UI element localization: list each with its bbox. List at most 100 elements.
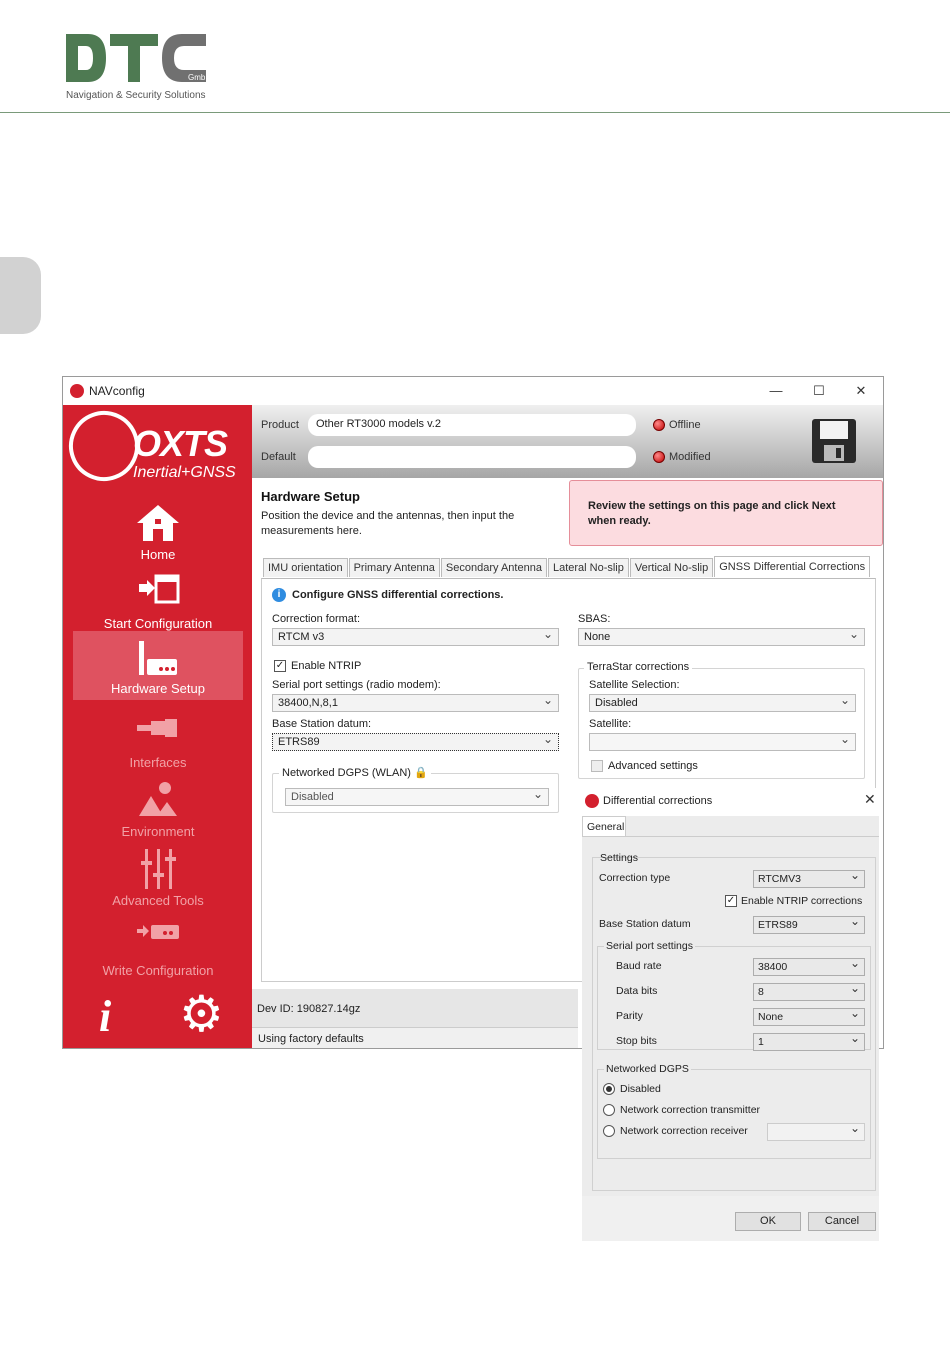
parity-label: Parity bbox=[616, 1010, 643, 1022]
dialog-tab-divider bbox=[582, 836, 879, 837]
stop-bits-select[interactable]: 1 bbox=[753, 1031, 865, 1051]
enable-ntrip-checkbox[interactable]: ✓ bbox=[274, 660, 286, 672]
parity-select[interactable]: None bbox=[753, 1006, 865, 1026]
app-icon bbox=[70, 384, 84, 398]
tab-strip: IMU orientation Primary Antenna Secondar… bbox=[263, 556, 871, 578]
sliders-icon bbox=[141, 849, 176, 889]
sidebar-item-environment[interactable]: Environment bbox=[73, 774, 243, 843]
serial-port-select[interactable]: 38400,N,8,1 bbox=[272, 693, 559, 712]
terrastar-group: TerraStar corrections Satellite Selectio… bbox=[578, 661, 865, 779]
brand-sub: Inertial+GNSS bbox=[133, 464, 236, 481]
product-band: Product Other RT3000 models v.2 Default … bbox=[252, 405, 883, 478]
page-side-tab bbox=[0, 257, 41, 334]
receiver-select[interactable] bbox=[767, 1121, 865, 1141]
brand-name: OXTS bbox=[133, 423, 228, 464]
settings-gear-icon[interactable]: ⚙ bbox=[179, 989, 224, 1039]
sidebar: OXTS Inertial+GNSS Home Start Configurat… bbox=[63, 401, 252, 1048]
data-bits-label: Data bits bbox=[616, 985, 658, 997]
tab-lateral-no-slip[interactable]: Lateral No-slip bbox=[547, 558, 629, 577]
enable-ntrip-corrections-checkbox[interactable]: ✓ bbox=[725, 895, 737, 907]
sidebar-label: Write Configuration bbox=[102, 963, 214, 978]
networked-dgps-select[interactable]: Disabled bbox=[285, 787, 549, 806]
tab-gnss-differential-corrections[interactable]: GNSS Differential Corrections bbox=[714, 556, 871, 577]
baud-rate-select[interactable]: 38400 bbox=[753, 956, 865, 976]
radio-disabled-label: Disabled bbox=[620, 1083, 661, 1095]
sidebar-item-home[interactable]: Home bbox=[73, 497, 243, 566]
sbas-select[interactable]: None bbox=[578, 627, 865, 646]
sidebar-item-write-configuration[interactable]: Write Configuration bbox=[73, 913, 243, 982]
settings-label: Settings bbox=[600, 852, 638, 864]
networked-dgps-title: Networked DGPS (WLAN) 🔒 bbox=[279, 766, 431, 779]
review-notice: Review the settings on this page and cli… bbox=[569, 480, 883, 546]
radio-network-transmitter-label: Network correction transmitter bbox=[620, 1104, 761, 1116]
correction-type-select[interactable]: RTCMV3 bbox=[753, 868, 865, 888]
environment-icon bbox=[139, 782, 177, 816]
sidebar-item-advanced-tools[interactable]: Advanced Tools bbox=[73, 843, 243, 912]
sidebar-item-start-configuration[interactable]: Start Configuration bbox=[73, 566, 243, 635]
save-floppy-icon[interactable] bbox=[810, 417, 858, 465]
networked-dgps-dialog-title: Networked DGPS bbox=[604, 1063, 691, 1075]
dialog-datum-label: Base Station datum bbox=[599, 918, 691, 930]
info-icon[interactable]: i bbox=[99, 991, 111, 1042]
sidebar-label: Interfaces bbox=[129, 755, 187, 770]
tab-vertical-no-slip[interactable]: Vertical No-slip bbox=[629, 558, 714, 577]
hardware-setup-description: Position the device and the antennas, th… bbox=[261, 510, 515, 537]
serial-port-label: Serial port settings (radio modem): bbox=[272, 679, 441, 691]
dialog-title: Differential corrections bbox=[603, 795, 713, 807]
home-icon bbox=[137, 505, 179, 541]
hardware-icon bbox=[139, 641, 177, 675]
serial-port-group-title: Serial port settings bbox=[604, 940, 695, 952]
tab-secondary-antenna[interactable]: Secondary Antenna bbox=[440, 558, 547, 577]
status-modified: Modified bbox=[669, 451, 711, 463]
dialog-body: General Settings Correction type RTCMV3 … bbox=[582, 816, 879, 1196]
radio-network-receiver-label: Network correction receiver bbox=[620, 1125, 748, 1137]
default-field[interactable] bbox=[308, 446, 636, 468]
dialog-app-icon bbox=[585, 794, 599, 808]
dialog-datum-select[interactable]: ETRS89 bbox=[753, 914, 865, 934]
advanced-settings-checkbox[interactable] bbox=[591, 760, 603, 772]
baud-rate-label: Baud rate bbox=[616, 960, 662, 972]
radio-disabled[interactable] bbox=[603, 1083, 615, 1095]
radio-network-receiver[interactable] bbox=[603, 1125, 615, 1137]
modified-led-icon bbox=[653, 451, 665, 463]
correction-format-select[interactable]: RTCM v3 bbox=[272, 627, 559, 646]
satellite-label: Satellite: bbox=[589, 718, 632, 730]
dialog-tab-general[interactable]: General bbox=[582, 816, 626, 836]
networked-dgps-label: Networked DGPS (WLAN) bbox=[282, 767, 411, 779]
tab-primary-antenna[interactable]: Primary Antenna bbox=[348, 558, 440, 577]
hardware-setup-title: Hardware Setup bbox=[261, 489, 360, 504]
ok-button[interactable]: OK bbox=[735, 1212, 801, 1231]
device-id-bar: Dev ID: 190827.14gz bbox=[252, 989, 578, 1027]
tab-imu-orientation[interactable]: IMU orientation bbox=[263, 558, 348, 577]
sidebar-item-hardware-setup[interactable]: Hardware Setup bbox=[73, 631, 243, 700]
product-label: Product bbox=[261, 419, 299, 431]
satellite-selection-select[interactable]: Disabled bbox=[589, 693, 856, 712]
cancel-button[interactable]: Cancel bbox=[808, 1212, 876, 1231]
base-datum-select[interactable]: ETRS89 bbox=[272, 732, 559, 751]
maximize-button[interactable]: ☐ bbox=[809, 381, 829, 401]
dialog-close-icon[interactable]: ✕ bbox=[864, 791, 876, 808]
header-divider bbox=[0, 112, 950, 113]
terrastar-title: TerraStar corrections bbox=[584, 661, 693, 673]
window-title: NAVconfig bbox=[89, 384, 145, 398]
correction-type-label: Correction type bbox=[599, 872, 671, 884]
product-field[interactable]: Other RT3000 models v.2 bbox=[308, 414, 636, 436]
info-circle-icon: i bbox=[272, 588, 286, 602]
minimize-button[interactable]: — bbox=[766, 381, 786, 401]
sbas-label: SBAS: bbox=[578, 613, 611, 625]
close-button[interactable]: ✕ bbox=[851, 381, 871, 401]
offline-led-icon bbox=[653, 419, 665, 431]
start-config-icon bbox=[139, 574, 180, 604]
radio-network-transmitter[interactable] bbox=[603, 1104, 615, 1116]
sidebar-item-interfaces[interactable]: Interfaces bbox=[73, 705, 243, 774]
dialog-footer: OK Cancel bbox=[582, 1196, 879, 1241]
factory-defaults-bar: Using factory defaults bbox=[252, 1027, 578, 1048]
enable-ntrip-label: Enable NTRIP bbox=[291, 660, 362, 672]
write-config-icon bbox=[137, 925, 179, 939]
sidebar-label: Hardware Setup bbox=[111, 681, 205, 696]
data-bits-select[interactable]: 8 bbox=[753, 981, 865, 1001]
sidebar-label: Environment bbox=[121, 824, 195, 839]
satellite-select[interactable] bbox=[589, 732, 856, 751]
networked-dgps-group: Networked DGPS (WLAN) 🔒 Disabled bbox=[272, 766, 559, 813]
advanced-settings-label: Advanced settings bbox=[608, 760, 698, 772]
